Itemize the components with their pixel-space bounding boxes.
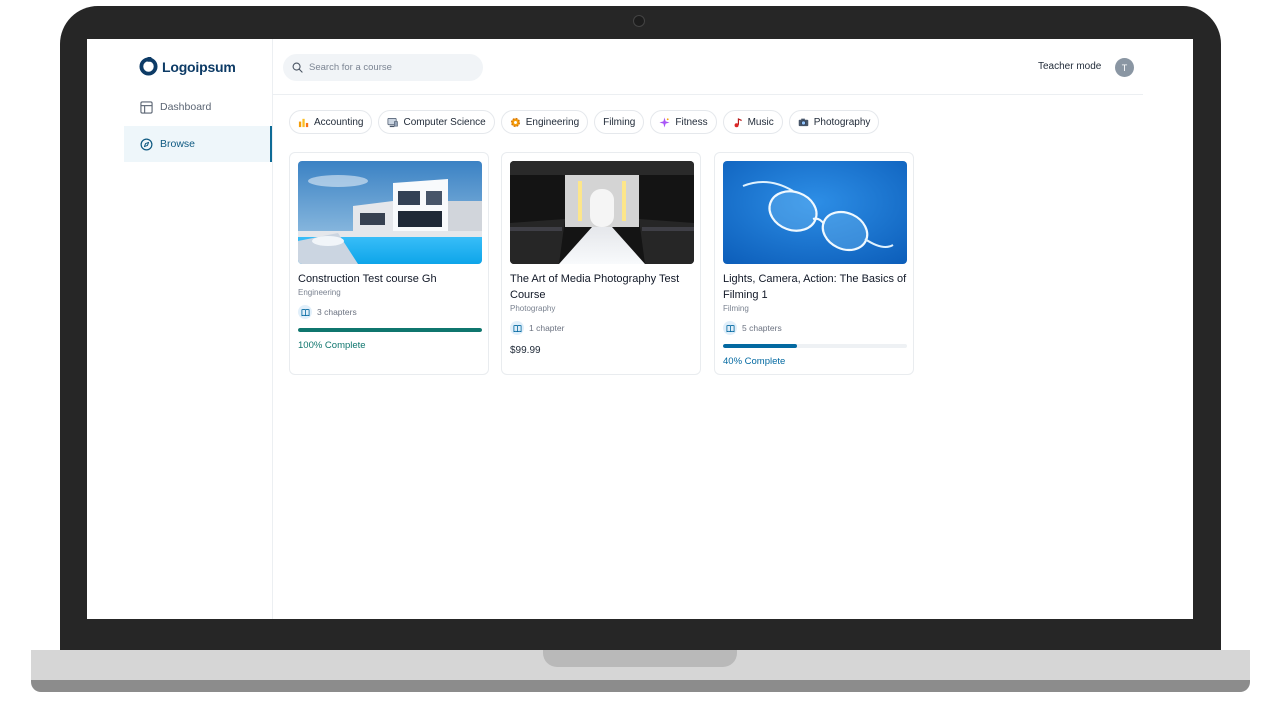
book-icon	[723, 321, 737, 335]
laptop-notch	[543, 650, 737, 667]
top-bar: Teacher mode T	[273, 39, 1143, 95]
category-label: Fitness	[675, 116, 708, 128]
sidebar-item-browse[interactable]: Browse	[124, 126, 272, 162]
course-category: Photography	[510, 304, 556, 313]
progress-label: 40% Complete	[723, 356, 786, 367]
logo-text: Logoipsum	[162, 58, 236, 75]
sidebar: Logoipsum Dashboard Browse	[87, 39, 273, 619]
compass-icon	[140, 138, 153, 150]
runway-hall-image	[510, 161, 694, 264]
category-label: Accounting	[314, 116, 364, 128]
course-chapters: 3 chapters	[298, 305, 357, 319]
category-fitness[interactable]: Fitness	[650, 110, 717, 134]
computer-icon	[388, 117, 399, 127]
category-label: Computer Science	[403, 116, 486, 128]
chapters-count: 3 chapters	[317, 307, 357, 317]
bar-chart-icon	[298, 118, 309, 127]
course-title[interactable]: Lights, Camera, Action: The Basics of Fi…	[723, 271, 907, 303]
avatar[interactable]: T	[1115, 58, 1134, 77]
category-photography[interactable]: Photography	[788, 110, 880, 134]
modern-house-pool-image	[298, 161, 482, 264]
layout-icon	[140, 100, 153, 114]
sidebar-item-label: Dashboard	[160, 101, 212, 113]
category-filter-bar: Accounting Computer Science Engineering …	[289, 110, 880, 134]
webcam-icon	[633, 15, 645, 27]
course-category: Engineering	[298, 288, 341, 297]
category-music[interactable]: Music	[722, 110, 783, 134]
eyeglasses-blue-image	[723, 161, 907, 264]
course-title[interactable]: Construction Test course Gh	[298, 271, 482, 287]
chapters-count: 1 chapter	[529, 323, 565, 333]
progress-fill	[298, 328, 482, 332]
category-engineering[interactable]: Engineering	[500, 110, 589, 134]
search-input[interactable]	[309, 62, 469, 73]
course-card[interactable]: Construction Test course Gh Engineering …	[289, 152, 489, 375]
search-box[interactable]	[283, 54, 483, 81]
laptop-base-edge	[31, 680, 1250, 692]
category-label: Music	[747, 116, 774, 128]
logo-icon	[139, 57, 158, 76]
course-chapters: 1 chapter	[510, 321, 564, 335]
book-icon	[298, 305, 312, 319]
category-accounting[interactable]: Accounting	[289, 110, 373, 134]
active-indicator	[270, 126, 272, 162]
music-note-icon	[734, 117, 742, 127]
app-screen: Logoipsum Dashboard Browse Search for a …	[87, 39, 1193, 619]
category-computer-science[interactable]: Computer Science	[378, 110, 495, 134]
course-price: $99.99	[510, 345, 541, 356]
course-card[interactable]: Lights, Camera, Action: The Basics of Fi…	[714, 152, 914, 375]
course-category: Filming	[723, 304, 749, 313]
teacher-mode-button[interactable]: Teacher mode	[1038, 61, 1101, 72]
logo[interactable]: Logoipsum	[139, 57, 236, 76]
camera-icon	[798, 118, 808, 126]
progress-fill	[723, 344, 797, 348]
book-icon	[510, 321, 524, 335]
course-title[interactable]: The Art of Media Photography Test Course	[510, 271, 694, 303]
chapters-count: 5 chapters	[742, 323, 782, 333]
category-filming[interactable]: Filming	[594, 110, 645, 134]
category-label: Photography	[813, 116, 871, 128]
progress-label: 100% Complete	[298, 340, 366, 351]
course-progress-bar	[298, 328, 482, 332]
category-label: Engineering	[525, 116, 580, 128]
course-progress-bar	[723, 344, 907, 348]
search-icon	[292, 62, 303, 73]
gear-icon	[510, 117, 520, 127]
sparkle-icon	[659, 116, 670, 128]
sidebar-item-label: Browse	[160, 138, 196, 150]
course-card[interactable]: The Art of Media Photography Test Course…	[501, 152, 701, 375]
category-label: Filming	[603, 116, 636, 128]
course-chapters: 5 chapters	[723, 321, 782, 335]
sidebar-item-dashboard[interactable]: Dashboard	[124, 89, 272, 125]
